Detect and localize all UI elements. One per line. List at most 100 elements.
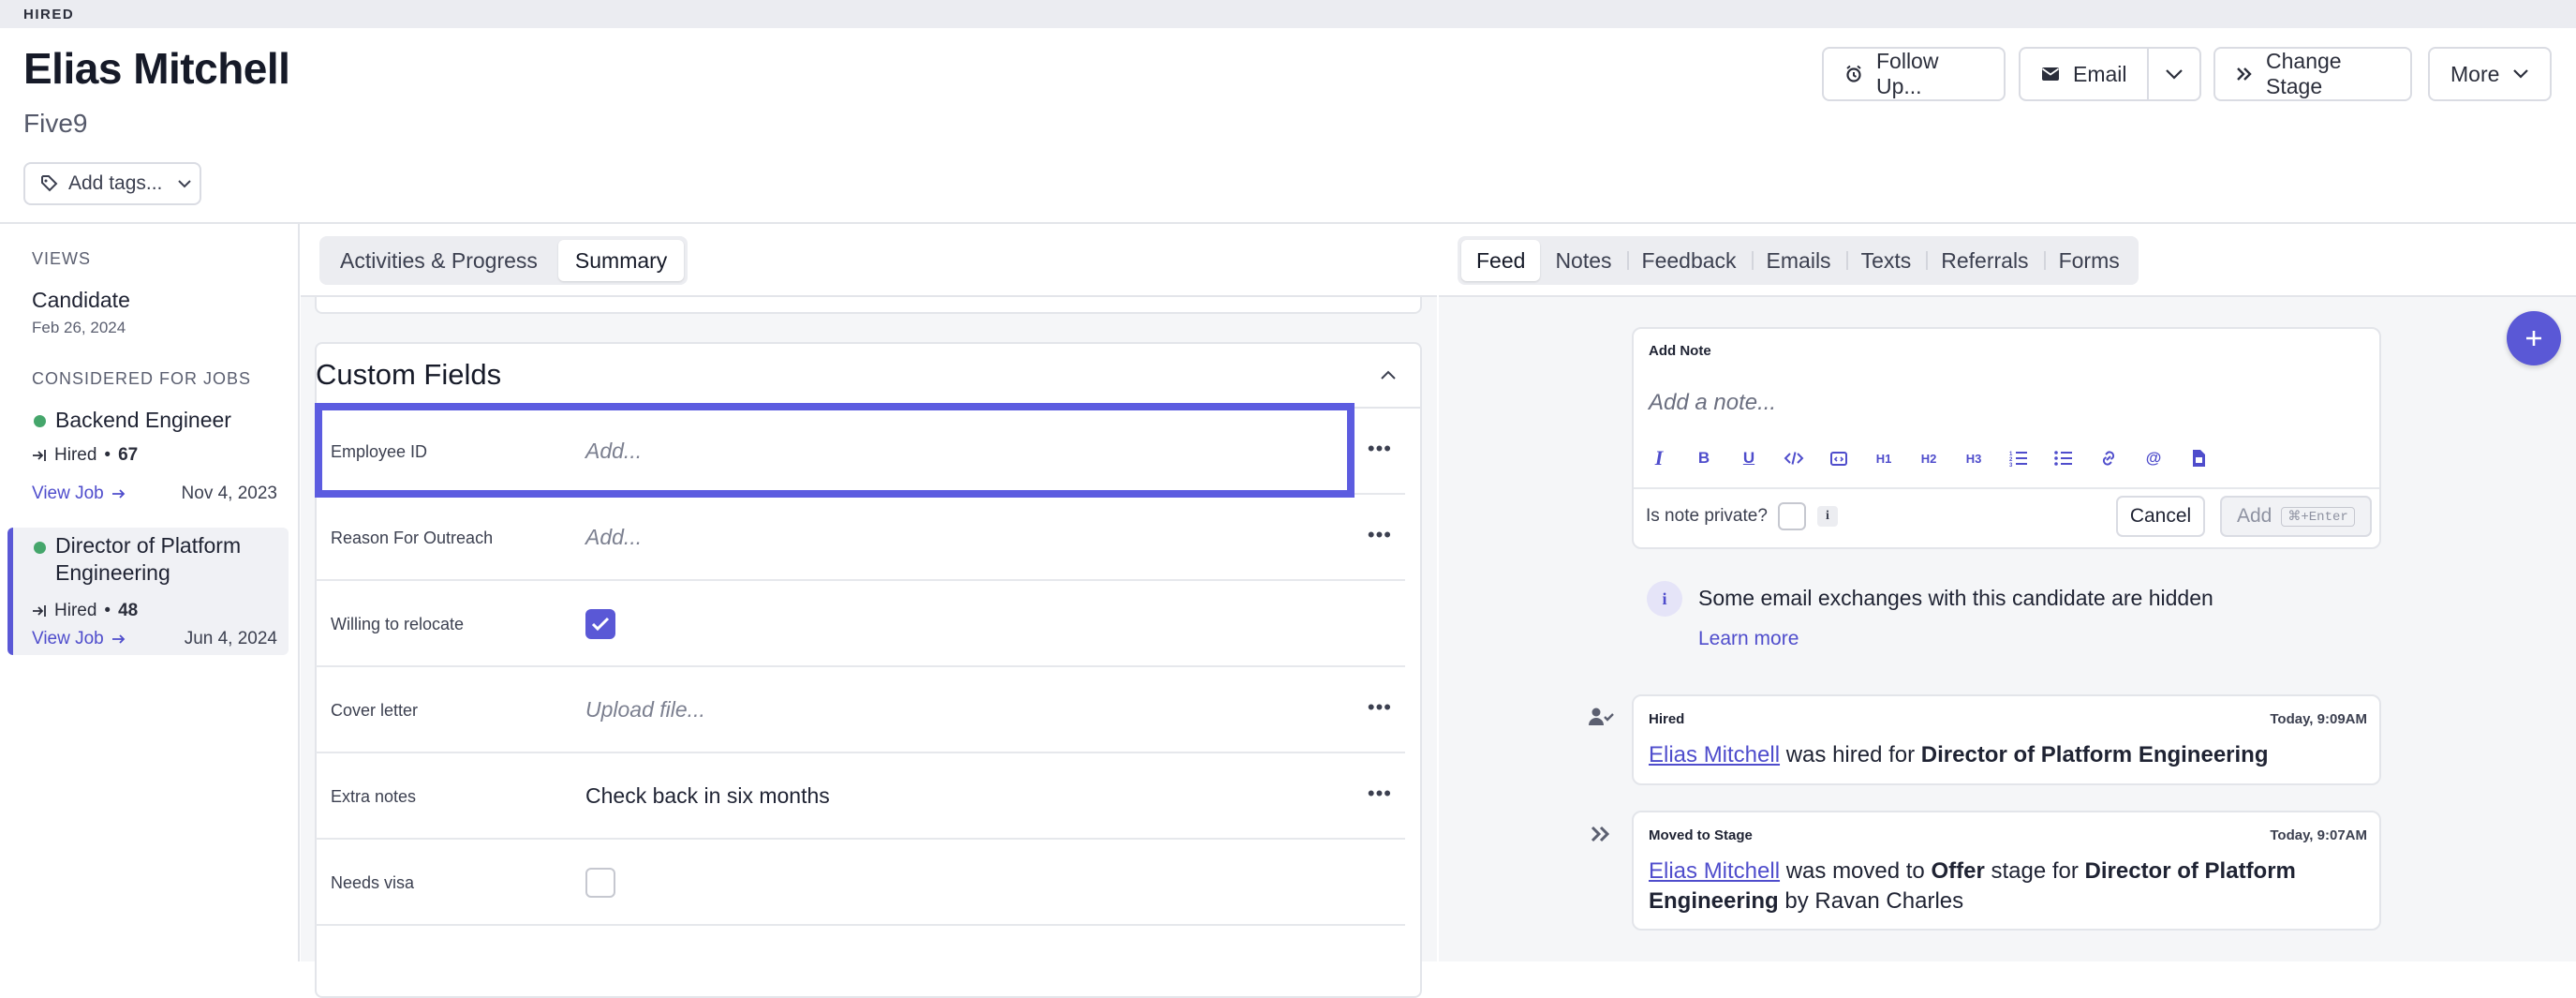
code-icon[interactable]	[1780, 444, 1808, 472]
hidden-email-notice: Some email exchanges with this candidate…	[1698, 586, 2213, 610]
add-tags-label: Add tags...	[68, 172, 163, 194]
private-checkbox[interactable]	[1778, 502, 1806, 530]
chevron-up-icon[interactable]	[1380, 369, 1397, 380]
attachment-icon[interactable]	[2184, 444, 2213, 472]
candidate-link[interactable]: Elias Mitchell	[1649, 742, 1780, 767]
tab-activities-progress[interactable]: Activities & Progress	[323, 240, 555, 281]
email-button[interactable]: Email	[2019, 47, 2149, 101]
more-options-icon[interactable]: •••	[1368, 782, 1392, 806]
chevron-down-icon	[177, 179, 192, 188]
shortcut-hint: ⌘+Enter	[2281, 506, 2355, 527]
tab-feed[interactable]: Feed	[1461, 240, 1541, 281]
follow-up-button[interactable]: Follow Up...	[1822, 47, 2006, 101]
custom-fields-title: Custom Fields	[316, 358, 502, 391]
note-input[interactable]: Add a note...	[1649, 390, 1776, 416]
chevron-down-icon	[2512, 68, 2529, 80]
candidate-link[interactable]: Elias Mitchell	[1649, 858, 1780, 884]
middle-tabs-bar: Activities & Progress Summary	[301, 224, 1437, 297]
tab-notes[interactable]: Notes	[1540, 240, 1626, 281]
event-stage: Offer	[1931, 858, 1985, 884]
cancel-button[interactable]: Cancel	[2116, 496, 2205, 537]
ordered-list-icon[interactable]: 123	[2005, 444, 2033, 472]
more-options-icon[interactable]: •••	[1368, 523, 1392, 547]
status-banner: HIRED	[0, 0, 2576, 28]
sidebar-item-candidate[interactable]: Candidate	[32, 288, 130, 313]
job-item-director-platform-engineering[interactable]: Director of Platform Engineering Hired •…	[7, 528, 289, 655]
h1-icon[interactable]: H1	[1870, 444, 1898, 472]
view-job-link[interactable]: View Job	[32, 484, 126, 504]
event-actor: Ravan Charles	[1814, 888, 1964, 914]
view-job-link[interactable]: View Job	[32, 629, 126, 649]
add-tags-button[interactable]: Add tags...	[23, 162, 201, 205]
needs-visa-checkbox[interactable]	[585, 868, 615, 898]
previous-card-edge	[315, 297, 1422, 314]
add-note-button[interactable]: Add ⌘+Enter	[2220, 496, 2372, 537]
tab-referrals[interactable]: Referrals	[1926, 240, 2043, 281]
view-job-label: View Job	[32, 484, 104, 503]
user-check-icon	[1585, 701, 1617, 733]
event-job: Director of Platform Engineering	[1920, 742, 2269, 767]
view-job-label: View Job	[32, 629, 104, 648]
stage-arrow-icon	[32, 449, 47, 462]
h2-icon[interactable]: H2	[1915, 444, 1943, 472]
field-label: Reason For Outreach	[331, 529, 494, 547]
tab-emails[interactable]: Emails	[1751, 240, 1846, 281]
event-body: Elias Mitchell was moved to Offer stage …	[1649, 856, 2342, 916]
field-label: Needs visa	[331, 873, 415, 892]
mention-icon[interactable]: @	[2139, 444, 2168, 472]
more-label: More	[2450, 61, 2500, 86]
plus-icon	[2524, 328, 2544, 349]
reason-for-outreach-input[interactable]: Add...	[585, 525, 642, 550]
event-text: was moved to	[1780, 858, 1932, 884]
candidate-name: Elias Mitchell	[23, 44, 290, 93]
info-icon: i	[1647, 581, 1682, 617]
cover-letter-upload[interactable]: Upload file...	[585, 697, 705, 722]
note-toolbar: I B U H1 H2 H3 123 @	[1645, 444, 2213, 472]
tab-summary[interactable]: Summary	[557, 240, 685, 281]
event-text: by	[1778, 888, 1815, 914]
bullet: •	[104, 445, 111, 465]
field-row-reason-for-outreach: Reason For Outreach Add... •••	[316, 495, 1405, 581]
right-tab-group: Feed Notes Feedback Emails Texts Referra…	[1458, 236, 2139, 285]
field-row-willing-to-relocate: Willing to relocate	[316, 581, 1405, 667]
add-button[interactable]	[2507, 311, 2561, 365]
middle-tab-group: Activities & Progress Summary	[319, 236, 688, 285]
bullet: •	[104, 601, 111, 620]
learn-more-link[interactable]: Learn more	[1698, 628, 1799, 650]
candidate-company: Five9	[23, 109, 88, 138]
more-options-icon[interactable]: •••	[1368, 695, 1392, 720]
candidate-view-date: Feb 26, 2024	[32, 319, 126, 336]
tab-forms[interactable]: Forms	[2043, 240, 2135, 281]
h3-icon[interactable]: H3	[1960, 444, 1988, 472]
alarm-icon	[1844, 65, 1863, 83]
svg-text:3: 3	[2009, 463, 2013, 467]
event-text: stage for	[1984, 858, 2085, 884]
underline-icon[interactable]: U	[1735, 444, 1763, 472]
more-options-icon[interactable]: •••	[1368, 437, 1392, 461]
envelope-icon	[2041, 67, 2060, 82]
extra-notes-value[interactable]: Check back in six months	[585, 783, 830, 809]
tab-texts[interactable]: Texts	[1845, 240, 1927, 281]
code-block-icon[interactable]	[1825, 444, 1853, 472]
stage-count: 67	[118, 445, 139, 465]
tag-icon	[40, 174, 59, 193]
more-button[interactable]: More	[2428, 47, 2552, 101]
tab-feedback[interactable]: Feedback	[1626, 240, 1752, 281]
check-icon	[591, 617, 610, 632]
change-stage-button[interactable]: Change Stage	[2213, 47, 2412, 101]
link-icon[interactable]	[2095, 444, 2123, 472]
italic-icon[interactable]: I	[1645, 444, 1673, 472]
bold-icon[interactable]: B	[1690, 444, 1718, 472]
bullet-list-icon[interactable]	[2050, 444, 2078, 472]
job-item-backend-engineer[interactable]: Backend Engineer Hired • 67 View Job Nov…	[7, 402, 289, 543]
stage-label: Hired	[54, 601, 97, 620]
field-row-cover-letter: Cover letter Upload file... •••	[316, 667, 1405, 753]
event-type: Moved to Stage	[1649, 827, 1753, 843]
info-icon[interactable]: i	[1817, 506, 1838, 527]
email-options-button[interactable]	[2149, 47, 2201, 101]
field-label: Cover letter	[331, 701, 419, 720]
willing-to-relocate-checkbox[interactable]	[585, 609, 615, 639]
add-label: Add	[2237, 505, 2273, 527]
follow-up-label: Follow Up...	[1876, 49, 1939, 98]
private-label: Is note private?	[1646, 506, 1768, 526]
